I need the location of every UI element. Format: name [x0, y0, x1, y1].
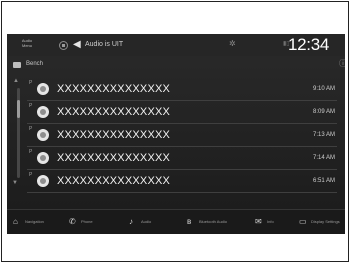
list-item-time: 8:09 AM [312, 109, 335, 115]
grid-icon[interactable] [59, 41, 68, 50]
list-item-time: 6:51 AM [312, 178, 335, 184]
disc-icon [37, 106, 49, 118]
nav-label: Bluetooth Audio [199, 219, 228, 224]
list-item[interactable]: P XXXXXXXXXXXXXXX 7:13 AM [27, 124, 337, 147]
list-item[interactable]: P XXXXXXXXXXXXXXX 6:51 AM [27, 170, 337, 193]
list-item-name: XXXXXXXXXXXXXXX [57, 129, 171, 141]
display-icon: ▭ [299, 217, 307, 226]
list-header: Bench ⓘ [7, 57, 345, 73]
folder-icon [13, 62, 21, 68]
list-item[interactable]: P XXXXXXXXXXXXXXX 9:10 AM [27, 78, 337, 101]
scroll-down-icon[interactable]: ▼ [12, 180, 18, 187]
scroll-thumb[interactable] [17, 100, 20, 118]
nav-bluetooth-audio[interactable]: ʙ Bluetooth Audio [187, 214, 241, 231]
infotainment-screen: Audio Menu ◀ Audio is UIT ✲ ▮▯ 12:34 Ben… [7, 34, 345, 234]
list-item-name: XXXXXXXXXXXXXXX [57, 152, 171, 164]
scroll-up-icon[interactable]: ▲ [13, 78, 19, 85]
disc-icon [37, 152, 49, 164]
row-flag: P [29, 126, 33, 132]
figure-frame: Audio Menu ◀ Audio is UIT ✲ ▮▯ 12:34 Ben… [1, 1, 349, 262]
row-flag: P [29, 172, 33, 178]
disc-icon [37, 129, 49, 141]
list-item[interactable]: P XXXXXXXXXXXXXXX 8:09 AM [27, 101, 337, 124]
audio-source-title: Audio is UIT [85, 41, 124, 48]
music-note-icon: ♪ [129, 217, 133, 226]
list-item-time: 9:10 AM [312, 86, 335, 92]
list-item[interactable]: P XXXXXXXXXXXXXXX 7:14 AM [27, 147, 337, 170]
nav-navigation[interactable]: ⌂ Navigation [13, 214, 57, 231]
bluetooth-icon: ʙ [187, 217, 192, 226]
nav-label: Navigation [25, 219, 44, 224]
audio-menu-label[interactable]: Audio Menu [19, 38, 35, 48]
info-icon[interactable]: ⓘ [339, 59, 345, 69]
list-item-name: XXXXXXXXXXXXXXX [57, 83, 171, 95]
row-flag: P [29, 80, 33, 86]
nav-display-settings[interactable]: ▭ Display Settings [299, 214, 343, 231]
disc-icon [37, 175, 49, 187]
disc-icon [37, 83, 49, 95]
speaker-icon: ◀ [73, 39, 81, 50]
nav-label: Audio [141, 219, 152, 224]
nav-phone[interactable]: ✆ Phone [69, 214, 109, 231]
gear-icon[interactable]: ✲ [229, 39, 236, 49]
mail-icon: ✉ [255, 217, 262, 226]
bottom-nav: ⌂ Navigation ✆ Phone ♪ Audio ʙ Bluetooth… [7, 209, 345, 234]
list-item-time: 7:13 AM [312, 132, 335, 138]
list-title: Bench [26, 61, 44, 67]
row-flag: P [29, 149, 33, 155]
clock: 12:34 [288, 35, 330, 54]
nav-audio[interactable]: ♪ Audio [129, 214, 165, 231]
list-item-time: 7:14 AM [312, 155, 335, 161]
nav-label: Display Settings [311, 219, 340, 224]
list-item-name: XXXXXXXXXXXXXXX [57, 106, 171, 118]
track-list: P XXXXXXXXXXXXXXX 9:10 AM P XXXXXXXXXXXX… [27, 78, 337, 193]
row-flag: P [29, 103, 33, 109]
nav-label: Info [267, 219, 274, 224]
nav-label: Phone [81, 219, 93, 224]
status-bar: Audio Menu ◀ Audio is UIT ✲ ▮▯ 12:34 [7, 34, 345, 56]
home-icon: ⌂ [13, 217, 18, 226]
phone-icon: ✆ [69, 217, 76, 226]
list-item-name: XXXXXXXXXXXXXXX [57, 175, 171, 187]
nav-info[interactable]: ✉ Info [255, 214, 291, 231]
